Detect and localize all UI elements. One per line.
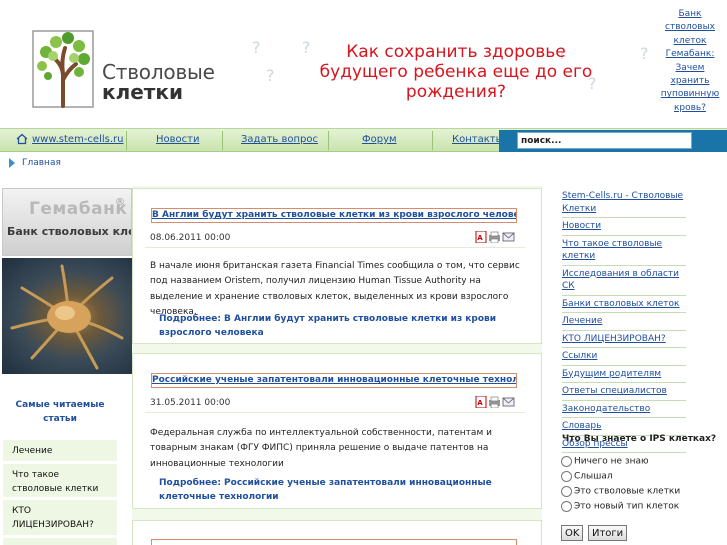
article-title-link[interactable]: Российские ученые запатентовали инноваци…	[151, 373, 517, 388]
poll-option[interactable]: Это новый тип клеток	[561, 501, 679, 512]
promo-link-line[interactable]: Банк	[678, 9, 701, 19]
poll-vote-button[interactable]: OK	[561, 525, 584, 541]
article-read-more-link[interactable]: Подробнее: Российские ученые запатентова…	[159, 476, 525, 504]
sidebar-link[interactable]: Будущим родителям	[562, 366, 686, 383]
radio-button[interactable]	[561, 486, 572, 497]
popular-article-link[interactable]: Лечение	[3, 440, 117, 462]
print-icon[interactable]	[489, 396, 500, 409]
poll-results-button[interactable]: Итоги	[588, 525, 628, 541]
article-date: 08.06.2011 00:00	[150, 233, 231, 243]
gemabank-promo-link[interactable]: Банк стволовых клеток Гемабанк: Зачем хр…	[660, 8, 720, 115]
banner-line2: будущего ребенка еще до его рождения?	[319, 62, 593, 102]
radio-button[interactable]	[561, 471, 572, 482]
promo-link-line[interactable]: клеток	[674, 36, 707, 46]
nav-separator	[222, 131, 223, 150]
article-body: Федеральная служба по интеллектуальной с…	[150, 428, 492, 469]
poll-option-label: Ничего не знаю	[574, 456, 649, 467]
article-actions: A	[475, 395, 515, 409]
pdf-icon[interactable]: A	[475, 395, 487, 409]
article-divider	[145, 247, 525, 248]
gemabank-title: Гемабанк	[29, 199, 128, 219]
popular-article-link[interactable]	[3, 538, 117, 545]
search-input[interactable]	[517, 132, 692, 149]
sidebar-link[interactable]: Лечение	[562, 313, 686, 331]
promo-link-line[interactable]: стволовых	[665, 22, 715, 32]
poll-option-label: Это новый тип клеток	[574, 501, 680, 512]
sidebar-link[interactable]: Банки стволовых клеток	[562, 296, 686, 313]
radio-button[interactable]	[561, 456, 572, 467]
article-date: 31.05.2011 00:00	[150, 398, 231, 408]
poll-option[interactable]: Ничего не знаю	[561, 456, 649, 467]
news-article	[132, 520, 542, 545]
pdf-icon[interactable]: A	[475, 230, 487, 244]
promo-link-line[interactable]: хранить	[671, 76, 710, 86]
poll-option[interactable]: Слышал	[561, 471, 613, 482]
sidebar-link[interactable]: Исследования в области СК	[562, 266, 686, 296]
gemabank-subtitle: Банк стволовых клеток	[7, 225, 131, 238]
news-article: В Англии будут хранить стволовые клетки …	[132, 188, 542, 344]
article-title-link[interactable]	[151, 539, 517, 545]
breadcrumb-arrow-icon	[9, 158, 15, 168]
news-article: Российские ученые запатентовали инноваци…	[132, 353, 542, 509]
sidebar-link[interactable]: Новости	[562, 218, 686, 236]
sidebar-link[interactable]: Ссылки	[562, 348, 686, 366]
sidebar-link[interactable]: Ответы специалистов	[562, 383, 686, 401]
sidebar-link[interactable]: КТО ЛИЦЕНЗИРОВАН?	[562, 331, 686, 348]
site-logo[interactable]: Стволовые клетки	[32, 30, 222, 110]
radio-button[interactable]	[561, 501, 572, 512]
popular-articles-heading: Самые читаемые статьи	[15, 400, 105, 424]
question-mark-decoration: ?	[640, 44, 649, 63]
nav-separator	[432, 131, 433, 150]
question-mark-decoration: ?	[252, 38, 261, 57]
breadcrumb-home[interactable]: Главная	[22, 158, 61, 168]
article-actions: A	[475, 230, 515, 244]
promo-link-line[interactable]: пуповинную	[661, 89, 719, 99]
poll-question: Что Вы знаете о IPS клетках?	[562, 434, 717, 444]
right-sidebar-menu: Stem-Cells.ru - Стволовые Клетки Новости…	[562, 188, 722, 453]
nav-separator	[126, 131, 127, 150]
article-divider	[145, 412, 525, 413]
svg-text:A: A	[477, 234, 483, 242]
svg-text:A: A	[477, 399, 483, 407]
email-icon[interactable]	[502, 397, 515, 407]
poll-option-label: Слышал	[574, 471, 613, 482]
sidebar-link[interactable]: Что такое стволовые клетки	[562, 236, 686, 266]
sidebar-link[interactable]: Словарь	[562, 418, 686, 436]
poll-option[interactable]: Это стволовые клетки	[561, 486, 680, 497]
stem-cell-illustration	[10, 264, 124, 370]
banner-line1: Как сохранить здоровье	[346, 42, 566, 62]
gemabank-banner[interactable]: Гемабанк ® Банк стволовых клеток	[2, 188, 132, 256]
promo-link-line[interactable]: Зачем	[676, 63, 705, 73]
article-action-icons: A	[475, 230, 515, 246]
promo-link-line[interactable]: кровь?	[674, 103, 706, 113]
nav-contacts-link[interactable]: Контакты	[452, 134, 503, 145]
nav-separator	[328, 131, 329, 150]
gemabank-registered-mark: ®	[115, 197, 125, 208]
article-title-link[interactable]: В Англии будут хранить стволовые клетки …	[151, 208, 517, 223]
question-mark-decoration: ?	[266, 66, 275, 85]
popular-article-link[interactable]: Что такое стволовые клетки	[3, 464, 117, 498]
nav-home-link[interactable]: www.stem-cells.ru	[32, 134, 123, 145]
sidebar-link[interactable]: Законодательство	[562, 401, 686, 418]
tree-logo-icon	[32, 30, 94, 108]
poll-option-label: Это стволовые клетки	[574, 486, 681, 497]
print-icon[interactable]	[489, 231, 500, 244]
logo-text-line2: клетки	[102, 80, 183, 104]
nav-news-link[interactable]: Новости	[156, 134, 199, 145]
home-icon[interactable]	[16, 133, 28, 145]
nav-ask-question-link[interactable]: Задать вопрос	[241, 134, 318, 145]
promo-link-line[interactable]: Гемабанк:	[666, 49, 715, 59]
promo-banner[interactable]: Как сохранить здоровье будущего ребенка …	[276, 42, 636, 102]
nav-forum-link[interactable]: Форум	[362, 134, 397, 145]
article-read-more-link[interactable]: Подробнее: В Англии будут хранить стволо…	[159, 312, 525, 340]
stem-cell-image	[2, 258, 132, 374]
email-icon[interactable]	[502, 232, 515, 242]
popular-article-link[interactable]: КТО ЛИЦЕНЗИРОВАН?	[3, 500, 117, 536]
article-action-icons: A	[475, 395, 515, 411]
sidebar-link[interactable]: Stem-Cells.ru - Стволовые Клетки	[562, 188, 686, 218]
